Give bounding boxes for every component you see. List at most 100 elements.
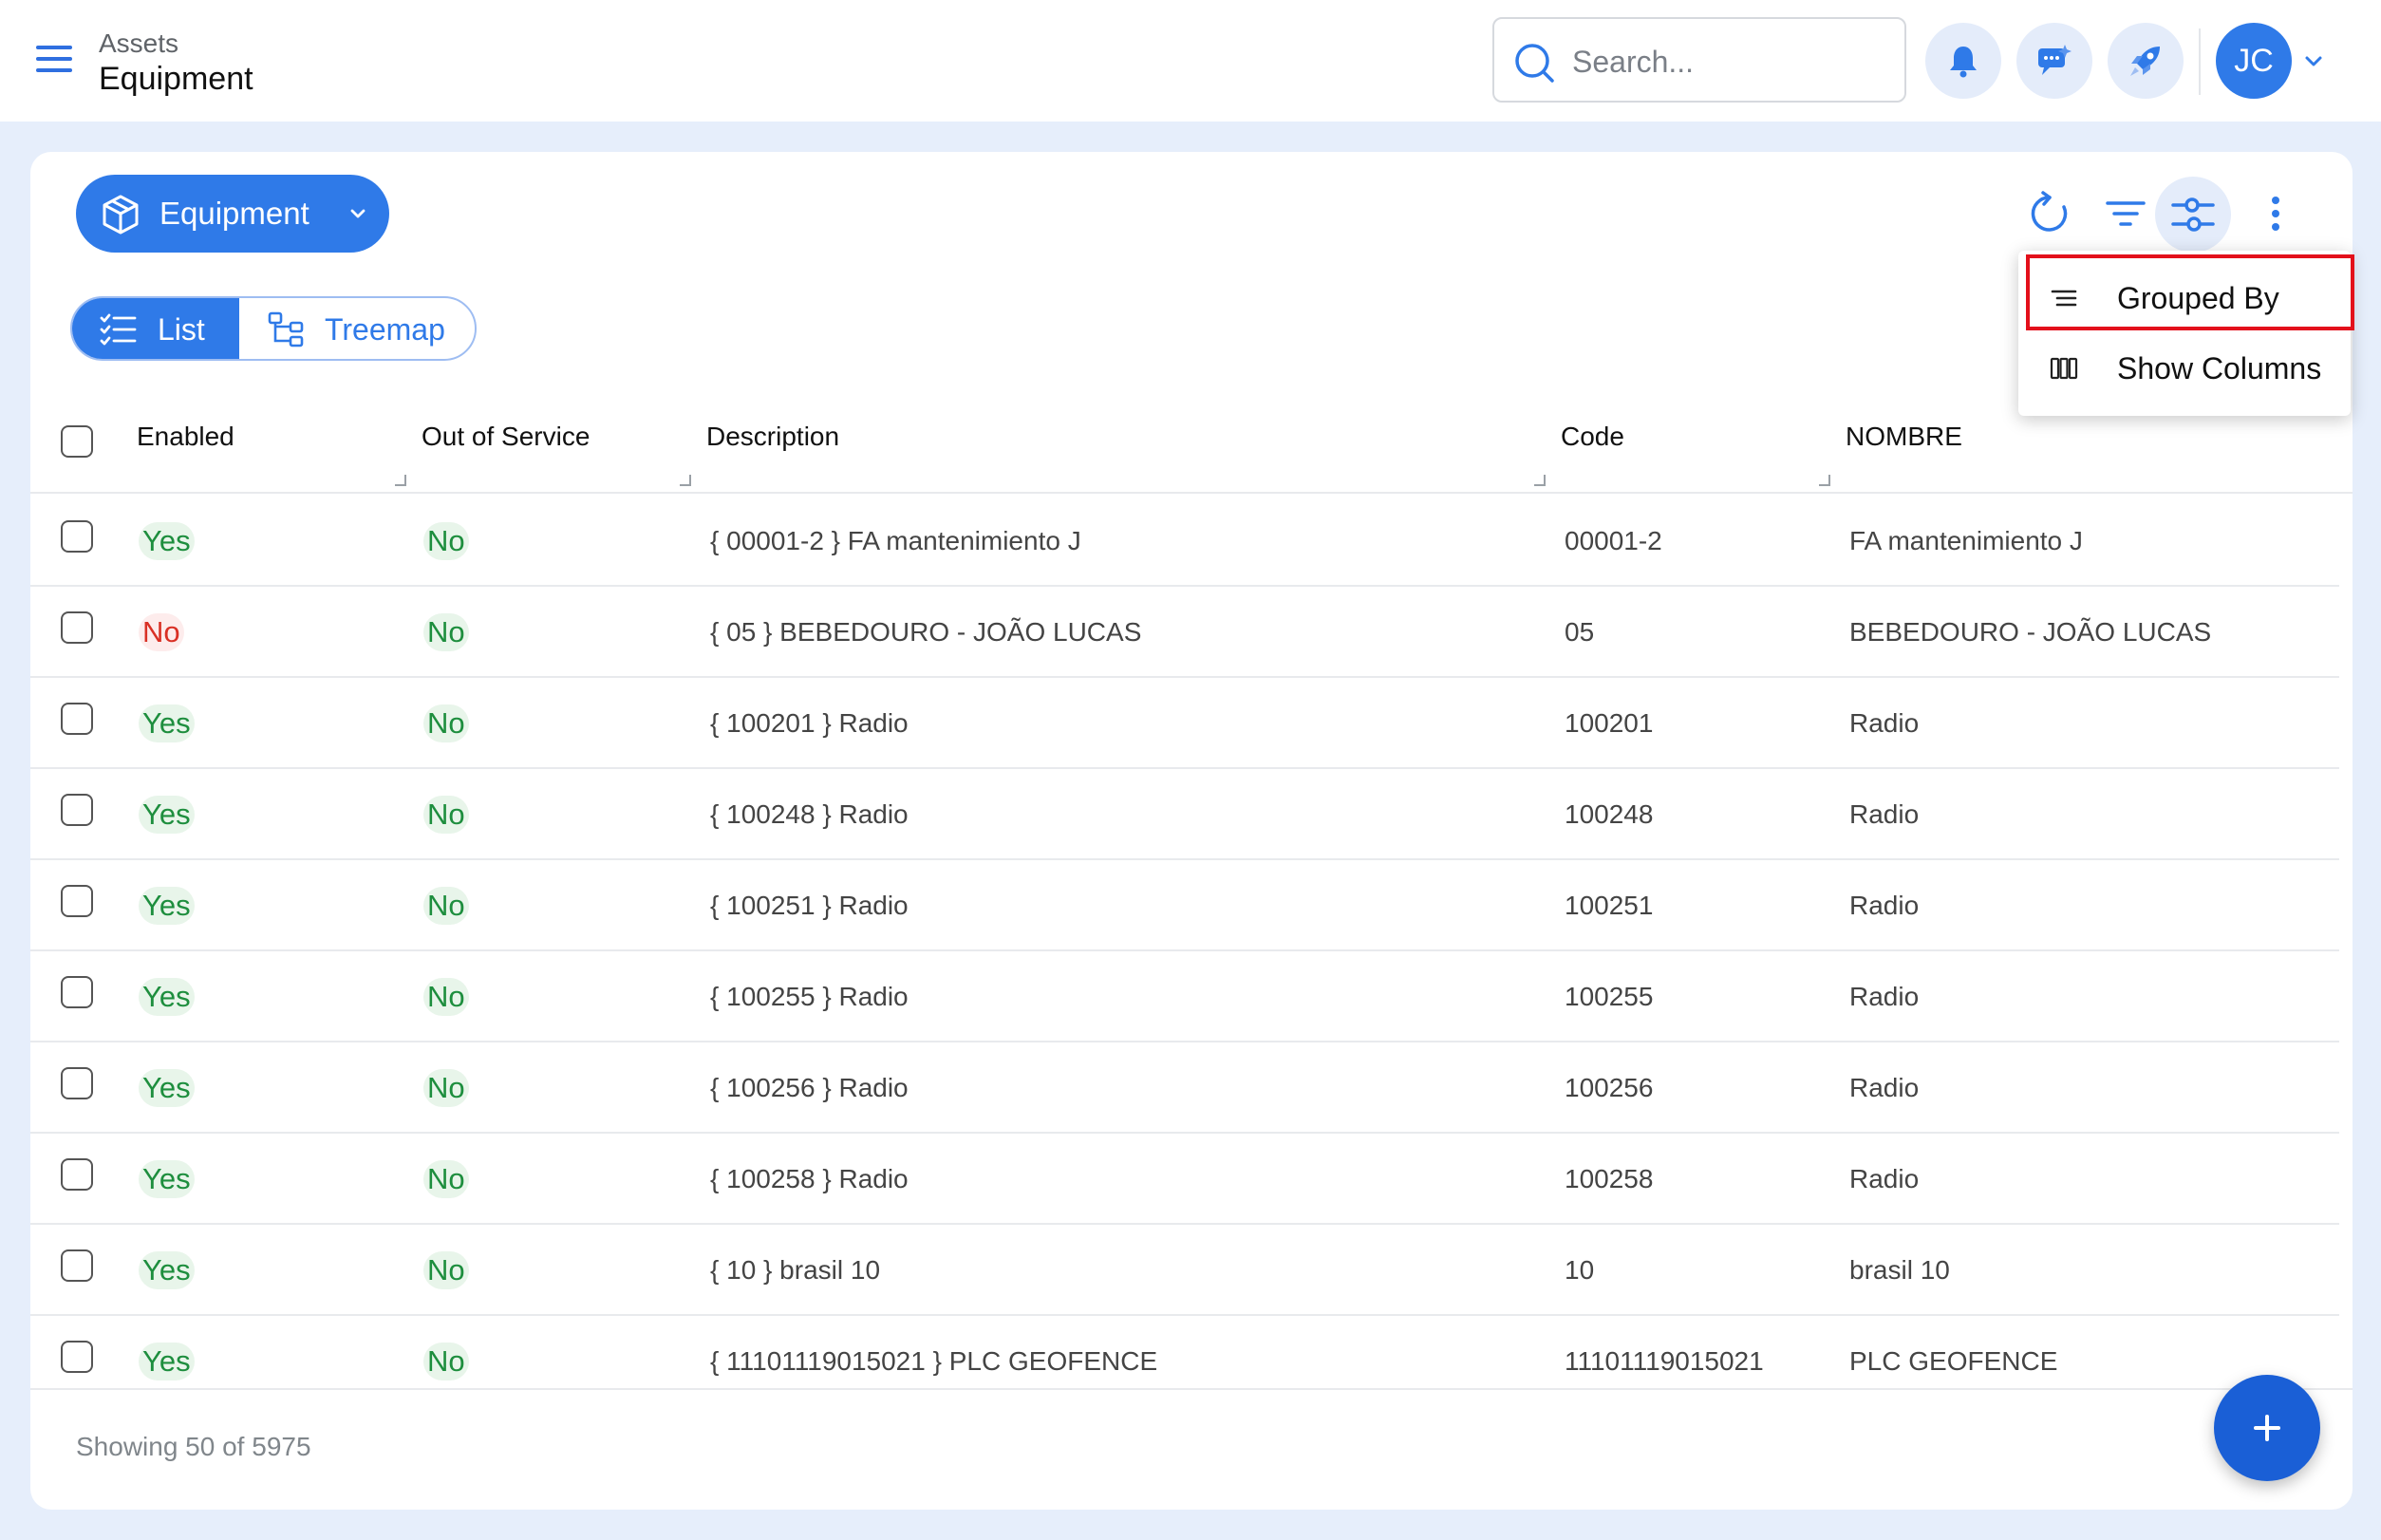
code-cell: 05	[1565, 617, 1595, 647]
user-avatar[interactable]: JC	[2216, 23, 2292, 99]
table-row[interactable]: Yes No { 00001-2 } FA mantenimiento J 00…	[30, 494, 2339, 587]
column-resize-handle[interactable]	[1534, 475, 1546, 486]
group-lines-icon	[2051, 290, 2077, 307]
enabled-badge: Yes	[139, 1160, 195, 1198]
menu-item-label: Grouped By	[2117, 281, 2279, 315]
bell-icon	[1950, 47, 1977, 78]
treemap-view-button[interactable]: Treemap	[239, 298, 475, 359]
view-settings-menu: Grouped By Show Columns	[2018, 251, 2351, 416]
page-title: Equipment	[99, 61, 253, 97]
row-checkbox[interactable]	[61, 520, 93, 553]
nombre-cell: brasil 10	[1849, 1255, 1950, 1285]
row-checkbox[interactable]	[61, 1067, 93, 1099]
out-of-service-badge: No	[423, 1251, 469, 1289]
code-cell: 100251	[1565, 891, 1654, 920]
search-box[interactable]	[1492, 17, 1906, 103]
header-divider	[2199, 28, 2201, 95]
columns-icon	[2050, 357, 2078, 380]
treemap-view-label: Treemap	[325, 312, 445, 347]
rocket-icon	[2130, 47, 2160, 76]
table-header: Enabled Out of Service Description Code …	[30, 397, 2353, 494]
enabled-badge: Yes	[139, 1251, 195, 1289]
table-row[interactable]: Yes No { 10 } brasil 10 10 brasil 10	[30, 1223, 2339, 1316]
hamburger-menu-icon[interactable]	[36, 46, 72, 76]
nombre-cell: PLC GEOFENCE	[1849, 1346, 2058, 1376]
out-of-service-badge: No	[423, 522, 469, 560]
add-equipment-button[interactable]	[2214, 1375, 2320, 1481]
description-cell: { 100248 } Radio	[710, 799, 909, 829]
code-cell: 100201	[1565, 708, 1654, 738]
list-view-label: List	[158, 312, 205, 347]
column-header-nombre[interactable]: NOMBRE	[1846, 422, 1962, 452]
out-of-service-badge: No	[423, 1069, 469, 1107]
row-checkbox[interactable]	[61, 1341, 93, 1373]
sliders-icon	[2171, 197, 2215, 232]
nombre-cell: Radio	[1849, 799, 1920, 829]
select-all-checkbox[interactable]	[61, 425, 93, 458]
column-resize-handle[interactable]	[1819, 475, 1830, 486]
code-cell: 100256	[1565, 1073, 1654, 1102]
row-checkbox[interactable]	[61, 794, 93, 826]
enabled-badge: Yes	[139, 796, 195, 834]
row-checkbox[interactable]	[61, 1249, 93, 1282]
cube-icon	[103, 195, 139, 235]
row-checkbox[interactable]	[61, 703, 93, 735]
column-resize-handle[interactable]	[680, 475, 691, 486]
checklist-icon	[100, 313, 137, 346]
description-cell: { 100201 } Radio	[710, 708, 909, 738]
view-settings-button[interactable]	[2155, 177, 2231, 253]
filter-icon[interactable]	[2102, 190, 2149, 237]
module-label: Equipment	[159, 196, 309, 231]
table-row[interactable]: Yes No { 100201 } Radio 100201 Radio	[30, 676, 2339, 769]
table-row[interactable]: No No { 05 } BEBEDOURO - JOÃO LUCAS 05 B…	[30, 585, 2339, 678]
breadcrumb-parent[interactable]: Assets	[99, 28, 178, 59]
row-checkbox[interactable]	[61, 1158, 93, 1191]
list-view-button[interactable]: List	[72, 298, 239, 359]
enabled-badge: Yes	[139, 522, 195, 560]
column-header-enabled[interactable]: Enabled	[137, 422, 234, 452]
nombre-cell: Radio	[1849, 1073, 1920, 1102]
row-checkbox[interactable]	[61, 976, 93, 1008]
out-of-service-badge: No	[423, 1160, 469, 1198]
table-row[interactable]: Yes No { 100255 } Radio 100255 Radio	[30, 949, 2339, 1042]
notifications-button[interactable]	[1925, 23, 2001, 99]
row-checkbox[interactable]	[61, 611, 93, 644]
nombre-cell: FA mantenimiento J	[1849, 526, 2083, 555]
menu-item-grouped-by[interactable]: Grouped By	[2018, 262, 2351, 332]
enabled-badge: Yes	[139, 1343, 195, 1380]
table-row[interactable]: Yes No { 100248 } Radio 100248 Radio	[30, 767, 2339, 860]
menu-item-show-columns[interactable]: Show Columns	[2018, 332, 2351, 403]
description-cell: { 10 } brasil 10	[710, 1255, 881, 1285]
table-row[interactable]: Yes No { 100256 } Radio 100256 Radio	[30, 1041, 2339, 1134]
table-row[interactable]: Yes No { 11101119015021 } PLC GEOFENCE 1…	[30, 1314, 2339, 1388]
chat-sparkle-icon	[2038, 45, 2072, 75]
search-input[interactable]	[1570, 36, 1887, 87]
table-row[interactable]: Yes No { 100258 } Radio 100258 Radio	[30, 1132, 2339, 1225]
refresh-icon[interactable]	[2026, 190, 2073, 237]
code-cell: 00001-2	[1565, 526, 1662, 555]
tree-structure-icon	[268, 311, 304, 347]
out-of-service-badge: No	[423, 887, 469, 925]
nombre-cell: Radio	[1849, 1164, 1920, 1193]
table-row[interactable]: Yes No { 100251 } Radio 100251 Radio	[30, 858, 2339, 951]
column-resize-handle[interactable]	[395, 475, 406, 486]
code-cell: 10	[1565, 1255, 1595, 1285]
chat-ai-button[interactable]	[2016, 23, 2092, 99]
enabled-badge: Yes	[139, 978, 195, 1016]
column-header-out-of-service[interactable]: Out of Service	[422, 422, 590, 452]
code-cell: 100258	[1565, 1164, 1654, 1193]
view-toggle: List Treemap	[70, 296, 477, 361]
out-of-service-badge: No	[423, 1343, 469, 1380]
description-cell: { 100251 } Radio	[710, 891, 909, 920]
row-checkbox[interactable]	[61, 885, 93, 917]
more-vertical-icon[interactable]	[2252, 190, 2299, 237]
chevron-down-icon[interactable]	[2301, 49, 2326, 74]
plus-icon	[2254, 1415, 2280, 1441]
description-cell: { 00001-2 } FA mantenimiento J	[710, 526, 1081, 555]
module-selector-button[interactable]: Equipment	[76, 175, 389, 253]
menu-item-label: Show Columns	[2117, 351, 2322, 385]
top-bar: Assets Equipment JC	[0, 0, 2381, 122]
column-header-code[interactable]: Code	[1561, 422, 1624, 452]
launch-button[interactable]	[2108, 23, 2184, 99]
column-header-description[interactable]: Description	[706, 422, 839, 452]
